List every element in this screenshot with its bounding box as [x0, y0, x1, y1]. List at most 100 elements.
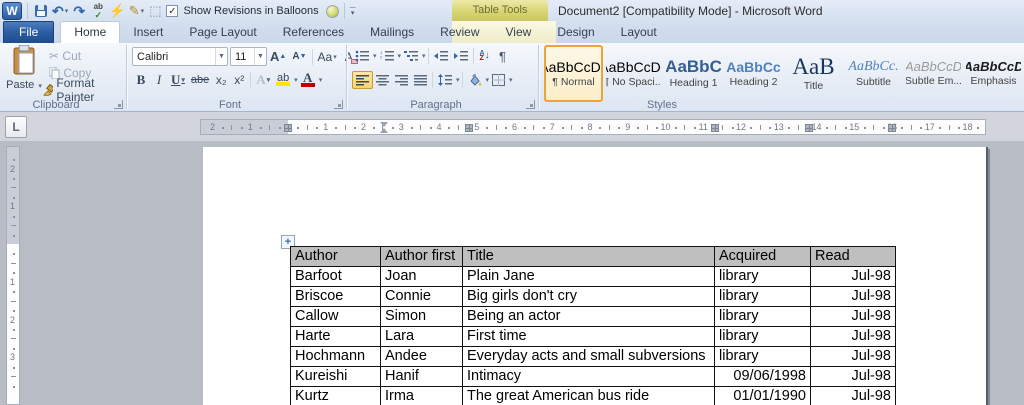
- indent-marker[interactable]: [380, 122, 389, 133]
- style-subtitle[interactable]: AaBbCc. Subtitle: [844, 45, 903, 102]
- table-cell[interactable]: Big girls don't cry: [462, 286, 715, 307]
- table-cell[interactable]: Jul-98: [810, 366, 896, 387]
- table-cell[interactable]: Being an actor: [462, 306, 715, 327]
- table-cell[interactable]: library: [714, 286, 811, 307]
- save-button[interactable]: [33, 2, 49, 20]
- table-cell[interactable]: Kureishi: [290, 366, 381, 387]
- sort-button[interactable]: A Z ↓: [476, 47, 494, 65]
- table-cell[interactable]: Briscoe: [290, 286, 381, 307]
- undo-button[interactable]: ↶ ▾: [52, 2, 68, 20]
- table-cell[interactable]: Jul-98: [810, 286, 896, 307]
- show-hide-pilcrow-button[interactable]: ¶: [494, 47, 512, 65]
- grow-font-button[interactable]: A ▲: [267, 48, 289, 66]
- table-column-marker[interactable]: [284, 124, 292, 132]
- tab-insert[interactable]: Insert: [120, 22, 176, 43]
- table-cell[interactable]: Callow: [290, 306, 381, 327]
- redo-button[interactable]: ↷: [71, 2, 87, 20]
- table-cell[interactable]: Jul-98: [810, 386, 896, 405]
- table-cell[interactable]: First time: [462, 326, 715, 347]
- table-cell[interactable]: 09/06/1998: [714, 366, 811, 387]
- font-family-combo[interactable]: Calibri ▼: [132, 47, 228, 66]
- column-header-read[interactable]: Read: [810, 246, 896, 267]
- table-cell[interactable]: Jul-98: [810, 346, 896, 367]
- italic-button[interactable]: I: [150, 71, 168, 89]
- style-subtle-em[interactable]: AaBbCcD Subtle Em...: [904, 45, 963, 102]
- pen-tool-button[interactable]: ✎ ▾: [128, 2, 144, 20]
- format-painter-button[interactable]: Format Painter: [40, 76, 126, 104]
- style-no-spaci[interactable]: AaBbCcDc¶ No Spaci...: [604, 45, 663, 102]
- table-cell[interactable]: Hochmann: [290, 346, 381, 367]
- table-cell[interactable]: Andee: [380, 346, 463, 367]
- table-cell[interactable]: The great American bus ride: [462, 386, 715, 405]
- font-size-combo[interactable]: 11 ▼: [230, 47, 267, 66]
- word-logo-icon[interactable]: W: [2, 2, 22, 20]
- document-page[interactable]: + Author Author first Title Acquired Read Ba…: [203, 147, 988, 405]
- style-title[interactable]: AaB Title: [784, 45, 843, 102]
- vertical-ruler[interactable]: 2 1 1 2 3: [6, 146, 20, 405]
- table-column-marker[interactable]: [465, 124, 474, 132]
- tab-home[interactable]: Home: [60, 21, 121, 43]
- table-cell[interactable]: Jul-98: [810, 306, 896, 327]
- table-cell[interactable]: Hanif: [380, 366, 463, 387]
- table-cell[interactable]: library: [714, 306, 811, 327]
- table-cell[interactable]: Harte: [290, 326, 381, 347]
- tab-page-layout[interactable]: Page Layout: [176, 22, 269, 43]
- decrease-indent-button[interactable]: [431, 47, 451, 65]
- select-table-button[interactable]: ⬚: [147, 2, 163, 20]
- table-cell[interactable]: library: [714, 266, 811, 287]
- table-cell[interactable]: Plain Jane: [462, 266, 715, 287]
- column-header-acquired[interactable]: Acquired: [714, 246, 811, 267]
- table-column-marker[interactable]: [888, 124, 896, 132]
- bullets-button[interactable]: [352, 47, 372, 65]
- style-heading-2[interactable]: AaBbCc Heading 2: [724, 45, 783, 102]
- style-emphasis[interactable]: AaBbCcD Emphasis: [964, 45, 1023, 102]
- track-changes-button[interactable]: ⚡: [109, 2, 125, 20]
- qat-customize-button[interactable]: — ▾: [350, 5, 356, 16]
- line-spacing-button[interactable]: [435, 71, 455, 89]
- align-left-button[interactable]: [352, 71, 373, 89]
- table-cell[interactable]: Irma: [380, 386, 463, 405]
- highlight-color-button[interactable]: ab: [273, 71, 293, 89]
- tab-stop-selector[interactable]: L: [5, 116, 27, 138]
- column-header-author[interactable]: Author: [290, 246, 381, 267]
- table-column-marker[interactable]: [804, 124, 813, 132]
- column-header-title[interactable]: Title: [462, 246, 715, 267]
- font-color-button[interactable]: A: [298, 71, 318, 89]
- table-cell[interactable]: Lara: [380, 326, 463, 347]
- justify-button[interactable]: [411, 71, 430, 89]
- paste-button[interactable]: Paste ▾: [4, 44, 44, 107]
- table-cell[interactable]: library: [714, 326, 811, 347]
- increase-indent-button[interactable]: [451, 47, 471, 65]
- font-dialog-launcher[interactable]: [334, 100, 343, 109]
- tab-view[interactable]: View: [493, 22, 545, 43]
- tab-review[interactable]: Review: [427, 22, 492, 43]
- change-case-button[interactable]: Aa ▾: [315, 48, 340, 66]
- align-right-button[interactable]: [392, 71, 411, 89]
- table-cell[interactable]: library: [714, 346, 811, 367]
- subscript-button[interactable]: x₂: [212, 71, 230, 89]
- table-cell[interactable]: Connie: [380, 286, 463, 307]
- shading-button[interactable]: [465, 71, 485, 89]
- table-cell[interactable]: Kurtz: [290, 386, 381, 405]
- table-cell[interactable]: 01/01/1990: [714, 386, 811, 405]
- tab-references[interactable]: References: [270, 22, 357, 43]
- horizontal-ruler[interactable]: 21123456789101112131415161718: [200, 119, 986, 135]
- borders-button[interactable]: [489, 71, 508, 89]
- tab-design[interactable]: Design: [544, 22, 607, 43]
- shrink-font-button[interactable]: A ▼: [289, 48, 309, 66]
- table-cell[interactable]: Simon: [380, 306, 463, 327]
- table-cell[interactable]: Jul-98: [810, 326, 896, 347]
- tab-mailings[interactable]: Mailings: [357, 22, 427, 43]
- paragraph-dialog-launcher[interactable]: [526, 100, 535, 109]
- cut-button[interactable]: ✂ Cut: [46, 47, 84, 65]
- table-cell[interactable]: Everyday acts and small subversions: [462, 346, 715, 367]
- numbering-button[interactable]: 12: [377, 47, 397, 65]
- show-revisions-checkbox[interactable]: ✓: [166, 5, 179, 17]
- table-cell[interactable]: Barfoot: [290, 266, 381, 287]
- underline-button[interactable]: U ▾: [168, 71, 188, 89]
- table-cell[interactable]: Jul-98: [810, 266, 896, 287]
- tab-layout[interactable]: Layout: [608, 22, 670, 43]
- strikethrough-button[interactable]: abe: [188, 71, 212, 89]
- align-center-button[interactable]: [373, 71, 392, 89]
- tab-file[interactable]: File: [3, 21, 55, 43]
